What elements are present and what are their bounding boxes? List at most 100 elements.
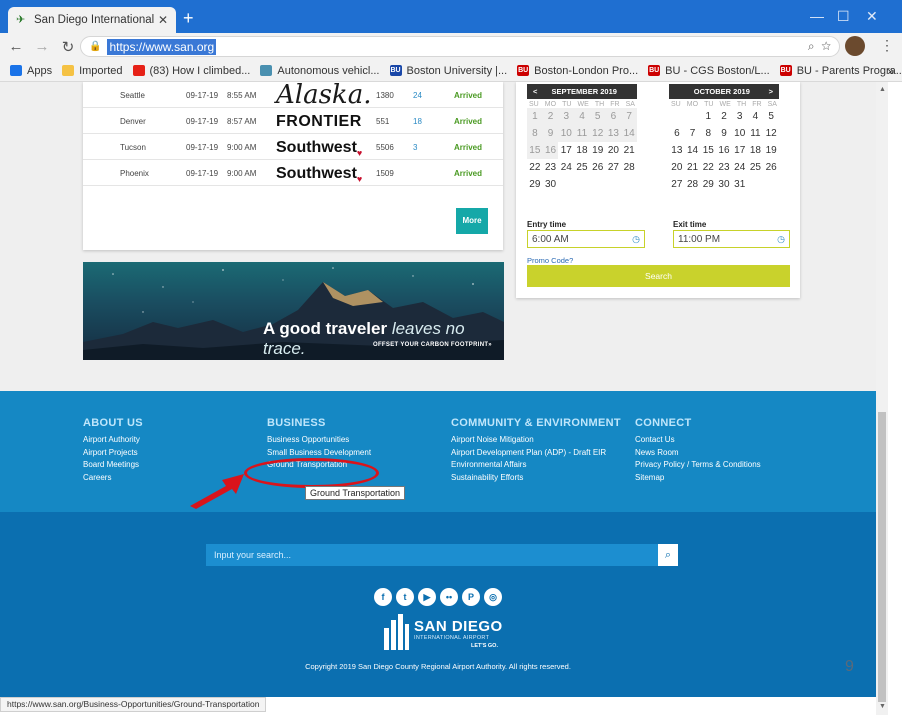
calendar-day[interactable]: 5 bbox=[763, 108, 779, 125]
calendar-day[interactable]: 21 bbox=[621, 142, 637, 159]
footer-link[interactable]: Privacy Policy / Terms & Conditions bbox=[635, 459, 761, 472]
footer-link[interactable]: Environmental Affairs bbox=[451, 459, 621, 472]
browser-tab[interactable]: ✈ San Diego International Airport ✕ bbox=[8, 7, 176, 33]
bookmark-item[interactable]: BU Boston-London Pro... bbox=[517, 65, 638, 77]
calendar-day[interactable]: 3 bbox=[732, 108, 748, 125]
footer-link[interactable]: Sitemap bbox=[635, 472, 761, 485]
banner-cta[interactable]: OFFSET YOUR CARBON FOOTPRINT» bbox=[373, 342, 492, 348]
youtube-icon[interactable]: ▶ bbox=[418, 588, 436, 606]
carbon-offset-banner[interactable]: A good traveler leaves no trace. OFFSET … bbox=[83, 262, 504, 360]
calendar-day[interactable]: 1 bbox=[700, 108, 716, 125]
bookmark-item[interactable]: Imported bbox=[62, 65, 123, 77]
calendar-day[interactable]: 6 bbox=[669, 125, 685, 142]
calendar-day[interactable]: 7 bbox=[685, 125, 701, 142]
calendar-day[interactable]: 22 bbox=[527, 159, 543, 176]
calendar-day[interactable]: 12 bbox=[763, 125, 779, 142]
calendar-day[interactable]: 4 bbox=[574, 108, 590, 125]
calendar-day[interactable]: 26 bbox=[763, 159, 779, 176]
parking-search-button[interactable]: Search bbox=[527, 265, 790, 287]
prev-month-icon[interactable]: < bbox=[533, 87, 537, 96]
close-tab-icon[interactable]: ✕ bbox=[158, 13, 168, 27]
calendar-day[interactable]: 23 bbox=[716, 159, 732, 176]
calendar-day[interactable]: 18 bbox=[748, 142, 764, 159]
flickr-icon[interactable]: •• bbox=[440, 588, 458, 606]
footer-link[interactable]: Careers bbox=[83, 472, 143, 485]
next-month-icon[interactable]: > bbox=[769, 87, 773, 96]
address-bar[interactable]: 🔒 https://www.san.org ⌕ ☆ bbox=[80, 36, 840, 57]
reload-icon[interactable]: ↻ bbox=[58, 38, 78, 56]
calendar-day[interactable]: 24 bbox=[558, 159, 574, 176]
calendar-day[interactable]: 23 bbox=[543, 159, 559, 176]
new-tab-icon[interactable]: + bbox=[183, 9, 194, 27]
footer-link[interactable]: News Room bbox=[635, 447, 761, 460]
calendar-day[interactable]: 8 bbox=[527, 125, 543, 142]
zoom-and-star-icons[interactable]: ⌕ ☆ bbox=[808, 39, 831, 54]
footer-link[interactable]: Contact Us bbox=[635, 434, 761, 447]
more-flights-button[interactable]: More bbox=[456, 208, 488, 234]
maximize-icon[interactable]: ☐ bbox=[837, 8, 850, 25]
bookmark-item[interactable]: BU BU - Parents Progra... bbox=[779, 65, 902, 77]
calendar-day[interactable]: 30 bbox=[543, 176, 559, 193]
calendar-day[interactable]: 21 bbox=[685, 159, 701, 176]
footer-link[interactable]: Airport Projects bbox=[83, 447, 143, 460]
url-text[interactable]: https://www.san.org bbox=[107, 38, 217, 55]
twitter-icon[interactable]: t bbox=[396, 588, 414, 606]
calendar-day[interactable]: 29 bbox=[527, 176, 543, 193]
calendar-day[interactable]: 2 bbox=[542, 108, 559, 125]
calendar-day[interactable]: 4 bbox=[748, 108, 764, 125]
calendar-day[interactable]: 25 bbox=[574, 159, 590, 176]
calendar-day[interactable]: 22 bbox=[700, 159, 716, 176]
minimize-icon[interactable]: — bbox=[810, 8, 824, 24]
footer-link[interactable]: Airport Authority bbox=[83, 434, 143, 447]
facebook-icon[interactable]: f bbox=[374, 588, 392, 606]
calendar-day[interactable]: 6 bbox=[605, 108, 622, 125]
calendar-day[interactable]: 8 bbox=[700, 125, 716, 142]
calendar-day[interactable]: 30 bbox=[716, 176, 732, 193]
calendar-day[interactable]: 11 bbox=[748, 125, 764, 142]
close-window-icon[interactable]: ✕ bbox=[866, 8, 878, 25]
calendar-day[interactable]: 11 bbox=[574, 125, 590, 142]
calendar-day[interactable]: 25 bbox=[748, 159, 764, 176]
calendar-day[interactable]: 5 bbox=[589, 108, 606, 125]
scroll-up-icon[interactable]: ▲ bbox=[879, 86, 886, 93]
profile-avatar[interactable] bbox=[845, 36, 865, 56]
calendar-day[interactable]: 20 bbox=[669, 159, 685, 176]
back-icon[interactable]: ← bbox=[6, 38, 26, 55]
calendar-day[interactable]: 12 bbox=[589, 125, 606, 142]
calendar-day[interactable]: 9 bbox=[716, 125, 732, 142]
calendar-day[interactable]: 29 bbox=[700, 176, 716, 193]
calendar-day[interactable]: 28 bbox=[621, 159, 637, 176]
calendar-day[interactable]: 2 bbox=[716, 108, 732, 125]
calendar-day[interactable]: 15 bbox=[700, 142, 716, 159]
calendar-day[interactable]: 1 bbox=[527, 108, 543, 125]
calendar-day[interactable]: 26 bbox=[590, 159, 606, 176]
footer-link[interactable]: Airport Noise Mitigation bbox=[451, 434, 621, 447]
footer-search-input[interactable]: Input your search... bbox=[206, 544, 658, 566]
calendar-day[interactable]: 13 bbox=[605, 125, 622, 142]
calendar-day[interactable]: 19 bbox=[590, 142, 606, 159]
calendar-day[interactable]: 17 bbox=[558, 142, 574, 159]
calendar-day[interactable]: 16 bbox=[716, 142, 732, 159]
scroll-thumb[interactable] bbox=[878, 412, 886, 702]
search-icon[interactable]: ⌕ bbox=[658, 544, 678, 566]
calendar-day[interactable]: 18 bbox=[574, 142, 590, 159]
calendar-day[interactable]: 16 bbox=[542, 142, 559, 159]
calendar-day[interactable]: 31 bbox=[732, 176, 748, 193]
calendar-day[interactable]: 14 bbox=[685, 142, 701, 159]
calendar-day[interactable]: 27 bbox=[669, 176, 685, 193]
bookmark-item[interactable]: BU BU - CGS Boston/L... bbox=[648, 65, 770, 77]
calendar-day[interactable]: 20 bbox=[606, 142, 622, 159]
bookmark-item[interactable]: Autonomous vehicl... bbox=[260, 65, 380, 77]
footer-link[interactable]: Sustainability Efforts bbox=[451, 472, 621, 485]
exit-time-field[interactable]: 11:00 PM ◷ bbox=[673, 230, 790, 248]
calendar-day[interactable]: 14 bbox=[621, 125, 637, 142]
browser-menu-icon[interactable]: ⋮ bbox=[880, 37, 894, 54]
footer-link[interactable]: Business Opportunities bbox=[267, 434, 371, 447]
calendar-day[interactable]: 7 bbox=[621, 108, 637, 125]
calendar-day[interactable]: 17 bbox=[732, 142, 748, 159]
footer-link[interactable]: Board Meetings bbox=[83, 459, 143, 472]
promo-code-link[interactable]: Promo Code? bbox=[527, 256, 573, 265]
calendar-day[interactable]: 10 bbox=[732, 125, 748, 142]
scroll-down-icon[interactable]: ▼ bbox=[879, 703, 886, 710]
entry-time-field[interactable]: 6:00 AM ◷ bbox=[527, 230, 645, 248]
